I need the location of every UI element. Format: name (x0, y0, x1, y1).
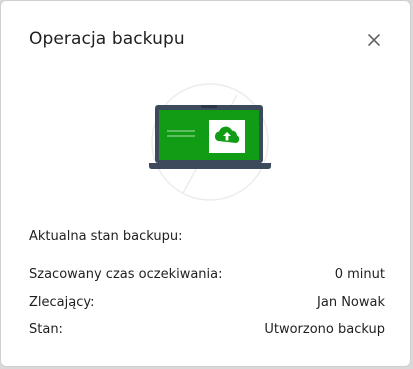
row-value: Jan Nowak (317, 295, 385, 310)
status-row-requester: Zlecający: Jan Nowak (29, 295, 385, 310)
row-label: Stan: (29, 322, 63, 337)
row-value: 0 minut (334, 267, 385, 282)
row-value: Utworzono backup (264, 322, 385, 337)
backup-dialog: Operacja backupu Aktualna stan backupu: … (0, 0, 411, 367)
status-row-wait-time: Szacowany czas oczekiwania: 0 minut (29, 267, 385, 282)
status-row-state: Stan: Utworzono backup (29, 322, 385, 337)
dialog-title: Operacja backupu (29, 29, 185, 49)
laptop-cloud-upload-icon (149, 75, 271, 209)
section-title: Aktualna stan backupu: (29, 229, 183, 244)
row-label: Zlecający: (29, 295, 95, 310)
close-icon[interactable] (365, 31, 383, 49)
row-label: Szacowany czas oczekiwania: (29, 267, 223, 282)
